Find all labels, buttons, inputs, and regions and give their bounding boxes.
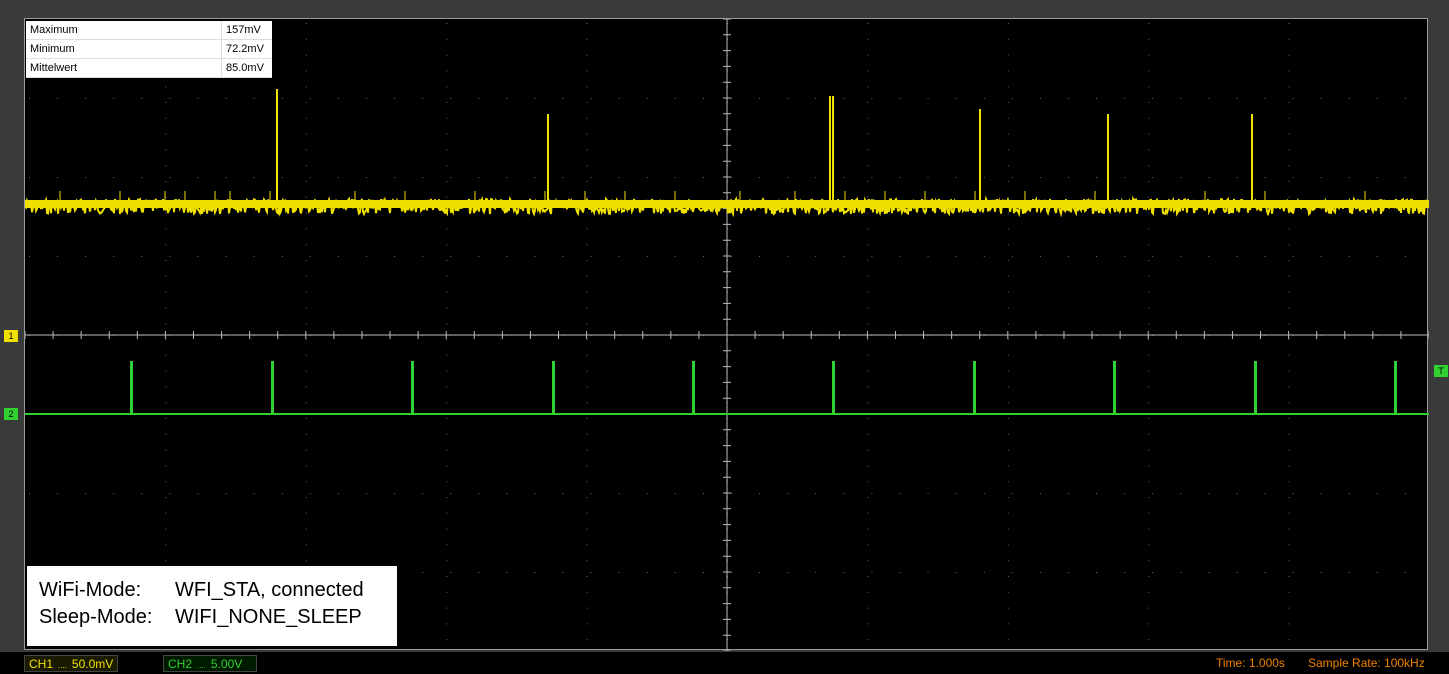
ch2-scale: 5.00V xyxy=(210,657,243,671)
ch2-level-marker[interactable]: 2 xyxy=(4,408,18,420)
dc-coupling-icon: .... xyxy=(58,661,67,670)
note-value: WFI_STA, connected xyxy=(175,579,364,601)
note-key: Sleep-Mode: xyxy=(39,606,153,628)
waveform-display xyxy=(25,19,1429,651)
measurement-row-min: Minimum 72.2mV xyxy=(26,39,272,59)
ch1-label: CH1 xyxy=(29,657,54,671)
ch1-baseline-band xyxy=(25,200,1429,208)
measurement-row-mean: Mittelwert 85.0mV xyxy=(26,58,272,78)
measurement-label: Maximum xyxy=(26,21,222,40)
ch1-scale-indicator[interactable]: CH1.... 50.0mV xyxy=(24,655,118,672)
measurement-label: Minimum xyxy=(26,39,222,59)
measurement-value: 85.0mV xyxy=(221,58,272,78)
measurement-table: Maximum 157mV Minimum 72.2mV Mittelwert … xyxy=(26,21,272,78)
measurement-value: 72.2mV xyxy=(221,39,272,59)
ch1-scale: 50.0mV xyxy=(71,657,114,671)
ch2-label: CH2 xyxy=(168,657,193,671)
oscilloscope-screen[interactable] xyxy=(24,18,1429,651)
status-bar: CH1.... 50.0mV CH2.... 5.00V Time: 1.000s … xyxy=(0,652,1449,674)
annotation-box: WiFi-Mode: WFI_STA, connected Sleep-Mode… xyxy=(27,566,397,646)
measurement-value: 157mV xyxy=(221,21,272,40)
timebase-readout[interactable]: Time: 1.000s xyxy=(1216,655,1285,672)
note-value: WIFI_NONE_SLEEP xyxy=(175,606,362,628)
note-line-wifi-mode: WiFi-Mode: WFI_STA, connected xyxy=(39,577,397,604)
note-key: WiFi-Mode: xyxy=(39,579,142,601)
ch2-scale-indicator[interactable]: CH2.... 5.00V xyxy=(163,655,257,672)
sample-rate-readout[interactable]: Sample Rate: 100kHz xyxy=(1308,655,1425,672)
dc-coupling-icon: .... xyxy=(197,661,206,670)
measurement-label: Mittelwert xyxy=(26,58,222,78)
trigger-level-marker[interactable]: T xyxy=(1434,365,1448,377)
measurement-row-max: Maximum 157mV xyxy=(26,21,272,40)
note-line-sleep-mode: Sleep-Mode: WIFI_NONE_SLEEP xyxy=(39,604,397,631)
ch1-level-marker[interactable]: 1 xyxy=(4,330,18,342)
grid-dots xyxy=(29,23,1406,641)
